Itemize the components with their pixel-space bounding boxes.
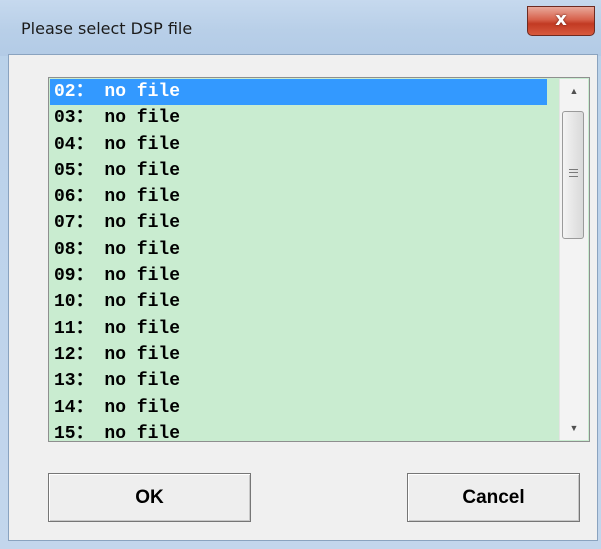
list-item[interactable]: 06： no file: [50, 184, 547, 210]
list-item[interactable]: 11： no file: [50, 316, 547, 342]
list-item[interactable]: 10： no file: [50, 289, 547, 315]
file-list-items: 02： no file 03： no file 04： no file 05： no …: [50, 79, 547, 440]
list-item[interactable]: 14： no file: [50, 395, 547, 421]
scroll-up-arrow-icon[interactable]: ▲: [560, 81, 588, 101]
grip-icon: [569, 169, 578, 177]
list-item[interactable]: 07： no file: [50, 210, 547, 236]
scroll-down-arrow-icon[interactable]: ▼: [560, 418, 588, 438]
close-icon: x: [555, 9, 567, 30]
list-item[interactable]: 08： no file: [50, 237, 547, 263]
window-title: Please select DSP file: [21, 19, 193, 38]
title-bar[interactable]: Please select DSP file x: [0, 0, 601, 56]
dialog-window: Please select DSP file x 02： no file 03： …: [0, 0, 601, 549]
list-item[interactable]: 04： no file: [50, 132, 547, 158]
scroll-thumb[interactable]: [562, 111, 584, 239]
list-item[interactable]: 12： no file: [50, 342, 547, 368]
list-item[interactable]: 09： no file: [50, 263, 547, 289]
list-item[interactable]: 02： no file: [50, 79, 547, 106]
ok-button[interactable]: OK: [48, 473, 251, 522]
close-button[interactable]: x: [527, 6, 595, 36]
list-item[interactable]: 13： no file: [50, 368, 547, 394]
list-item[interactable]: 15： no file: [50, 421, 547, 440]
cancel-button[interactable]: Cancel: [407, 473, 580, 522]
dialog-body: 02： no file 03： no file 04： no file 05： no …: [8, 54, 598, 541]
dsp-file-listbox[interactable]: 02： no file 03： no file 04： no file 05： no …: [48, 77, 590, 442]
list-item[interactable]: 03： no file: [50, 105, 547, 131]
vertical-scrollbar[interactable]: ▲ ▼: [559, 79, 588, 440]
list-item[interactable]: 05： no file: [50, 158, 547, 184]
